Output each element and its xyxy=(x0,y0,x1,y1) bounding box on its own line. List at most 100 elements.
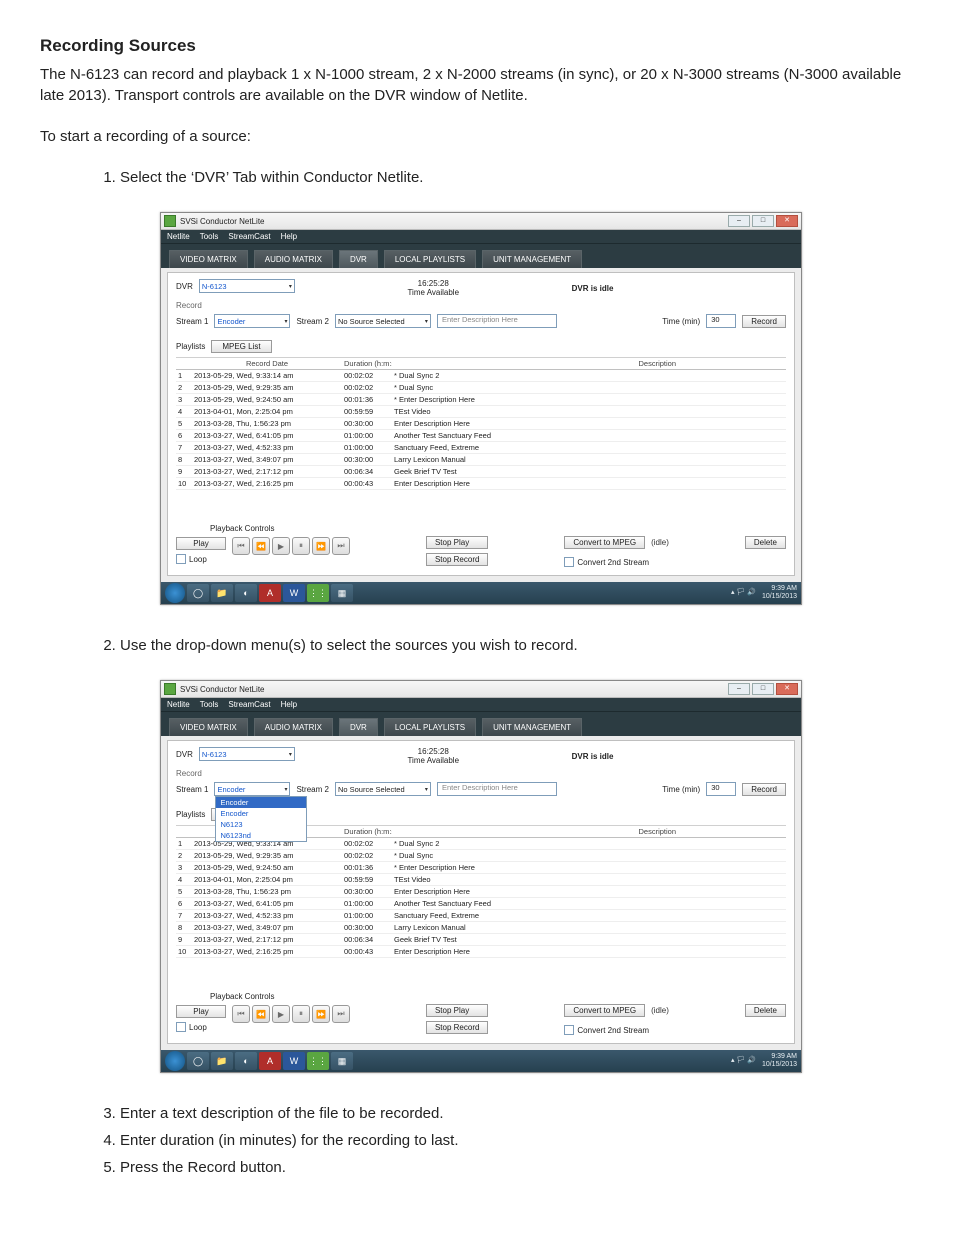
dvr-select[interactable]: N-6123 ▾ xyxy=(199,279,295,293)
loop-checkbox[interactable]: Loop xyxy=(176,1022,226,1032)
table-row[interactable]: 52013-03-28, Thu, 1:56:23 pm00:30:00Ente… xyxy=(176,418,786,430)
play-button[interactable]: Play xyxy=(176,537,226,550)
firefox-icon[interactable]: ◐ xyxy=(235,1052,257,1070)
rewind-icon[interactable]: ⏪ xyxy=(252,537,270,555)
task-icon[interactable]: ▦ xyxy=(331,584,353,602)
skip-forward-icon[interactable]: ⏭ xyxy=(332,1005,350,1023)
skip-forward-icon[interactable]: ⏭ xyxy=(332,537,350,555)
acrobat-icon[interactable]: A xyxy=(259,584,281,602)
record-button[interactable]: Record xyxy=(742,315,786,328)
skip-back-icon[interactable]: ⏮ xyxy=(232,537,250,555)
close-button[interactable]: ✕ xyxy=(776,215,798,227)
dropdown-option[interactable]: N6123 xyxy=(216,819,306,830)
tab-local-playlists[interactable]: LOCAL PLAYLISTS xyxy=(384,250,476,268)
stop-play-button[interactable]: Stop Play xyxy=(426,1004,488,1017)
convert-mpeg-button[interactable]: Convert to MPEG xyxy=(564,536,645,549)
stop-record-button[interactable]: Stop Record xyxy=(426,1021,488,1034)
task-icon[interactable]: ▦ xyxy=(331,1052,353,1070)
dvr-select[interactable]: N-6123 ▾ xyxy=(199,747,295,761)
mpeg-list-button[interactable]: MPEG List xyxy=(211,340,271,353)
stop-record-button[interactable]: Stop Record xyxy=(426,553,488,566)
table-row[interactable]: 22013-05-29, Wed, 9:29:35 am00:02:02* Du… xyxy=(176,850,786,862)
app-task-icon[interactable]: ⋮⋮ xyxy=(307,584,329,602)
word-icon[interactable]: W xyxy=(283,584,305,602)
minimize-button[interactable]: – xyxy=(728,683,750,695)
maximize-button[interactable]: □ xyxy=(752,683,774,695)
stream2-select[interactable]: No Source Selected ▾ xyxy=(335,782,431,796)
chrome-icon[interactable]: ◯ xyxy=(187,584,209,602)
word-icon[interactable]: W xyxy=(283,1052,305,1070)
table-row[interactable]: 52013-03-28, Thu, 1:56:23 pm00:30:00Ente… xyxy=(176,886,786,898)
convert-2nd-checkbox[interactable]: Convert 2nd Stream xyxy=(564,557,668,567)
convert-mpeg-button[interactable]: Convert to MPEG xyxy=(564,1004,645,1017)
menu-item[interactable]: StreamCast xyxy=(228,232,270,241)
menu-item[interactable]: Help xyxy=(281,700,297,709)
tray-icons[interactable]: ▴ 🏳 🔊 xyxy=(731,589,756,597)
tab-audio-matrix[interactable]: AUDIO MATRIX xyxy=(254,250,333,268)
record-button[interactable]: Record xyxy=(742,783,786,796)
table-row[interactable]: 102013-03-27, Wed, 2:16:25 pm00:00:43Ent… xyxy=(176,478,786,490)
chrome-icon[interactable]: ◯ xyxy=(187,1052,209,1070)
description-input[interactable]: Enter Description Here xyxy=(437,782,557,796)
table-row[interactable]: 12013-05-29, Wed, 9:33:14 am00:02:02* Du… xyxy=(176,370,786,382)
menu-item[interactable]: Tools xyxy=(200,700,219,709)
stream1-select[interactable]: Encoder ▾ Encoder Encoder N6123 N6123nd xyxy=(214,782,290,796)
minimize-button[interactable]: – xyxy=(728,215,750,227)
dropdown-option[interactable]: N6123nd xyxy=(216,830,306,841)
table-row[interactable]: 32013-05-29, Wed, 9:24:50 am00:01:36* En… xyxy=(176,394,786,406)
menu-item[interactable]: Netlite xyxy=(167,232,190,241)
start-button-icon[interactable] xyxy=(165,583,185,603)
table-row[interactable]: 72013-03-27, Wed, 4:52:33 pm01:00:00Sanc… xyxy=(176,910,786,922)
tray-icons[interactable]: ▴ 🏳 🔊 xyxy=(731,1057,756,1065)
table-row[interactable]: 22013-05-29, Wed, 9:29:35 am00:02:02* Du… xyxy=(176,382,786,394)
play-button[interactable]: Play xyxy=(176,1005,226,1018)
pause-icon[interactable]: ⏸ xyxy=(292,537,310,555)
stream2-select[interactable]: No Source Selected ▾ xyxy=(335,314,431,328)
table-row[interactable]: 42013-04-01, Mon, 2:25:04 pm00:59:59TEst… xyxy=(176,406,786,418)
dropdown-option[interactable]: Encoder xyxy=(216,797,306,808)
acrobat-icon[interactable]: A xyxy=(259,1052,281,1070)
table-row[interactable]: 72013-03-27, Wed, 4:52:33 pm01:00:00Sanc… xyxy=(176,442,786,454)
play-icon[interactable]: ▶ xyxy=(272,1005,290,1023)
menu-item[interactable]: Help xyxy=(281,232,297,241)
loop-checkbox[interactable]: Loop xyxy=(176,554,226,564)
tab-video-matrix[interactable]: VIDEO MATRIX xyxy=(169,250,248,268)
table-row[interactable]: 82013-03-27, Wed, 3:49:07 pm00:30:00Larr… xyxy=(176,922,786,934)
delete-button[interactable]: Delete xyxy=(745,1004,786,1017)
menu-item[interactable]: Tools xyxy=(200,232,219,241)
time-min-input[interactable]: 30 xyxy=(706,782,736,796)
tab-unit-management[interactable]: UNIT MANAGEMENT xyxy=(482,718,582,736)
maximize-button[interactable]: □ xyxy=(752,215,774,227)
app-task-icon[interactable]: ⋮⋮ xyxy=(307,1052,329,1070)
play-icon[interactable]: ▶ xyxy=(272,537,290,555)
rewind-icon[interactable]: ⏪ xyxy=(252,1005,270,1023)
description-input[interactable]: Enter Description Here xyxy=(437,314,557,328)
fast-forward-icon[interactable]: ⏩ xyxy=(312,537,330,555)
table-row[interactable]: 62013-03-27, Wed, 6:41:05 pm01:00:00Anot… xyxy=(176,898,786,910)
pause-icon[interactable]: ⏸ xyxy=(292,1005,310,1023)
stop-play-button[interactable]: Stop Play xyxy=(426,536,488,549)
start-button-icon[interactable] xyxy=(165,1051,185,1071)
table-row[interactable]: 42013-04-01, Mon, 2:25:04 pm00:59:59TEst… xyxy=(176,874,786,886)
table-row[interactable]: 92013-03-27, Wed, 2:17:12 pm00:06:34Geek… xyxy=(176,934,786,946)
table-row[interactable]: 62013-03-27, Wed, 6:41:05 pm01:00:00Anot… xyxy=(176,430,786,442)
convert-2nd-checkbox[interactable]: Convert 2nd Stream xyxy=(564,1025,668,1035)
tab-unit-management[interactable]: UNIT MANAGEMENT xyxy=(482,250,582,268)
tab-dvr[interactable]: DVR xyxy=(339,718,378,736)
fast-forward-icon[interactable]: ⏩ xyxy=(312,1005,330,1023)
table-row[interactable]: 102013-03-27, Wed, 2:16:25 pm00:00:43Ent… xyxy=(176,946,786,958)
tab-local-playlists[interactable]: LOCAL PLAYLISTS xyxy=(384,718,476,736)
explorer-icon[interactable]: 📁 xyxy=(211,584,233,602)
tab-video-matrix[interactable]: VIDEO MATRIX xyxy=(169,718,248,736)
delete-button[interactable]: Delete xyxy=(745,536,786,549)
tab-dvr[interactable]: DVR xyxy=(339,250,378,268)
close-button[interactable]: ✕ xyxy=(776,683,798,695)
table-row[interactable]: 82013-03-27, Wed, 3:49:07 pm00:30:00Larr… xyxy=(176,454,786,466)
dropdown-option[interactable]: Encoder xyxy=(216,808,306,819)
table-row[interactable]: 92013-03-27, Wed, 2:17:12 pm00:06:34Geek… xyxy=(176,466,786,478)
menu-item[interactable]: Netlite xyxy=(167,700,190,709)
table-row[interactable]: 32013-05-29, Wed, 9:24:50 am00:01:36* En… xyxy=(176,862,786,874)
explorer-icon[interactable]: 📁 xyxy=(211,1052,233,1070)
time-min-input[interactable]: 30 xyxy=(706,314,736,328)
tab-audio-matrix[interactable]: AUDIO MATRIX xyxy=(254,718,333,736)
